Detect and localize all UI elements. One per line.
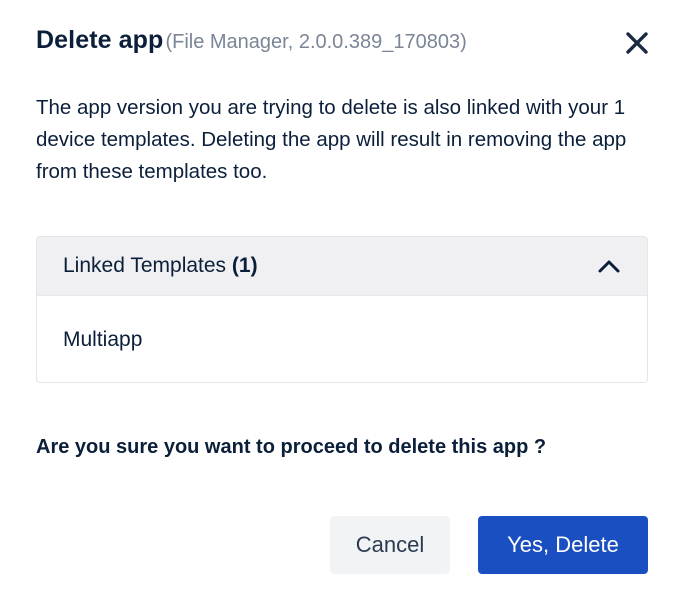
linked-templates-title: Linked Templates (1) <box>63 254 258 278</box>
yes-delete-button[interactable]: Yes, Delete <box>478 516 648 574</box>
cancel-button[interactable]: Cancel <box>330 516 450 574</box>
linked-templates-accordion: Linked Templates (1) Multiapp <box>36 236 648 383</box>
confirm-question: Are you sure you want to proceed to dele… <box>36 436 547 458</box>
dialog-message: The app version you are trying to delete… <box>36 96 627 183</box>
dialog-title: Delete app <box>36 26 164 54</box>
template-item-multiapp: Multiapp <box>63 328 143 351</box>
linked-templates-header[interactable]: Linked Templates (1) <box>37 237 647 296</box>
chevron-up-icon[interactable] <box>597 258 621 274</box>
linked-templates-list: Multiapp <box>37 296 647 382</box>
dialog-subtitle: (File Manager, 2.0.0.389_170803) <box>165 31 467 53</box>
dialog-header: Delete app (File Manager, 2.0.0.389_1708… <box>36 26 650 66</box>
delete-app-dialog: Delete app (File Manager, 2.0.0.389_1708… <box>0 0 686 592</box>
close-icon <box>624 30 650 56</box>
linked-templates-label: Linked Templates <box>63 254 227 277</box>
close-button[interactable] <box>624 30 650 56</box>
linked-templates-count: (1) <box>231 254 258 277</box>
